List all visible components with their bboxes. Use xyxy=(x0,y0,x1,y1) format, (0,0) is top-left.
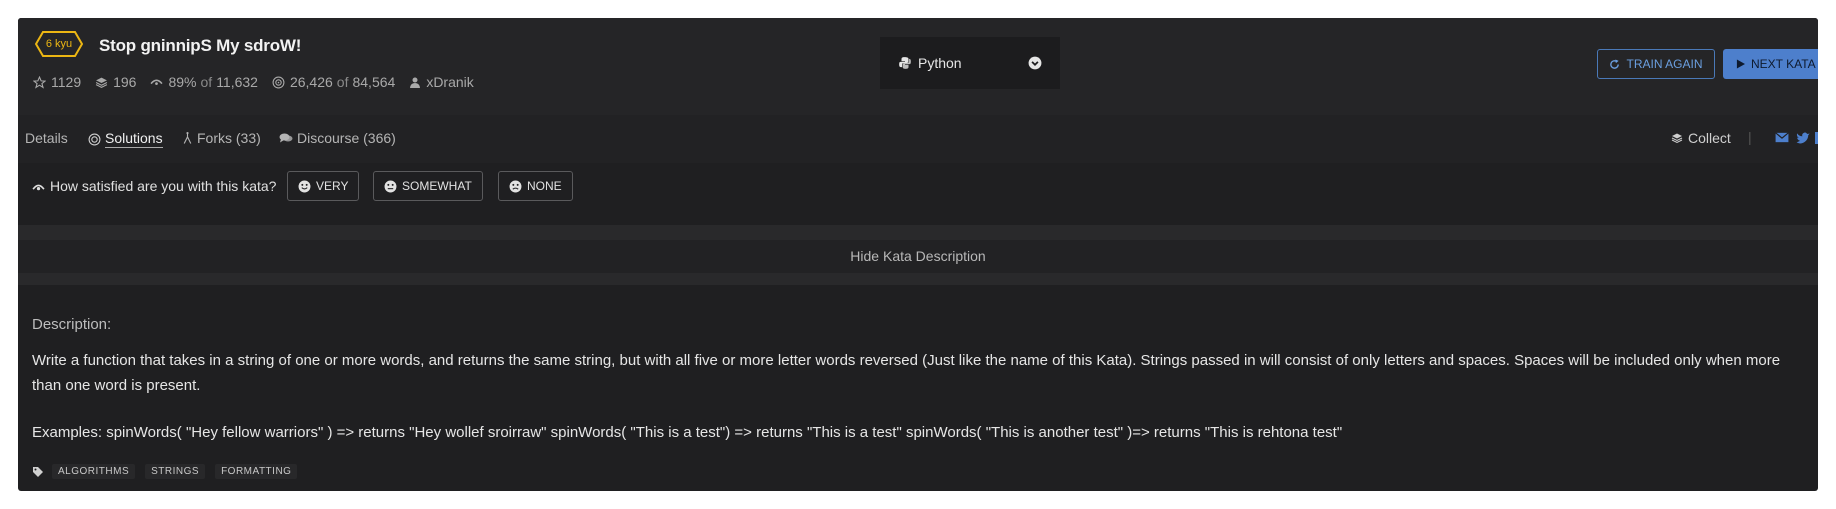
satisfaction-vote: How satisfied are you with this kata? VE… xyxy=(18,163,1818,209)
description-body: Write a function that takes in a string … xyxy=(32,352,1781,394)
collections-count: 196 xyxy=(113,74,137,90)
tab-discourse[interactable]: Discourse (366) xyxy=(279,130,396,146)
kata-tags: ALGORITHMS STRINGS FORMATTING xyxy=(32,464,307,479)
kata-stats: 1129 196 89% of 11,632 26,426 of 84,564 … xyxy=(33,74,488,90)
completed-count: 26,426 xyxy=(289,74,333,90)
vote-very-button[interactable]: VERY xyxy=(287,171,360,201)
satisfaction-percent: 89% xyxy=(168,74,197,90)
of-label: of xyxy=(200,74,213,90)
kata-header: 6 kyu Stop gninnipS My sdroW! 1129 196 8… xyxy=(18,18,1818,115)
hide-description-toggle[interactable]: Hide Kata Description xyxy=(18,240,1818,273)
comments-icon xyxy=(279,133,293,143)
author-stat[interactable]: xDranik xyxy=(409,74,474,90)
frown-icon xyxy=(509,180,522,192)
stars-count: 1129 xyxy=(51,74,82,90)
smile-icon xyxy=(298,180,311,192)
tab-details[interactable]: Details xyxy=(25,130,68,146)
tag-icon xyxy=(33,466,43,477)
tab-forks[interactable]: Forks (33) xyxy=(182,130,261,146)
tab-solutions[interactable]: Solutions xyxy=(88,130,163,148)
question-text: How satisfied are you with this kata? xyxy=(50,178,277,194)
language-dropdown[interactable]: Python xyxy=(880,37,1060,89)
layers-icon xyxy=(95,77,108,88)
envelope-icon[interactable] xyxy=(1775,132,1789,143)
satisfaction-votes: 11,632 xyxy=(216,74,258,90)
satisfaction-stat: 89% of 11,632 xyxy=(150,74,258,90)
tag-strings[interactable]: STRINGS xyxy=(145,464,206,479)
next-kata-label: NEXT KATA xyxy=(1751,57,1816,71)
tag-formatting[interactable]: FORMATTING xyxy=(215,464,298,479)
description-heading: Description: xyxy=(32,316,112,333)
rank-badge: 6 kyu xyxy=(35,31,83,57)
tab-label: Details xyxy=(25,130,68,146)
language-selected: Python xyxy=(918,55,962,71)
chevron-down-icon xyxy=(1028,56,1042,70)
stars-stat[interactable]: 1129 xyxy=(33,74,81,90)
target-icon xyxy=(272,76,285,88)
divider: | xyxy=(1748,129,1752,145)
play-icon xyxy=(1736,59,1745,69)
user-icon xyxy=(410,77,421,88)
train-again-label: TRAIN AGAIN xyxy=(1626,57,1703,71)
vote-somewhat-button[interactable]: SOMEWHAT xyxy=(373,171,483,201)
rocket-icon xyxy=(150,79,164,85)
kata-tabs: Details Solutions Forks (33) Discourse (… xyxy=(18,115,1818,163)
attempted-count: 84,564 xyxy=(352,74,396,90)
kata-title[interactable]: Stop gninnipS My sdroW! xyxy=(99,36,301,56)
meh-icon xyxy=(384,180,397,192)
fork-icon xyxy=(183,131,192,144)
vote-label: VERY xyxy=(316,179,349,193)
layers-icon xyxy=(1671,133,1683,144)
refresh-icon xyxy=(1610,58,1620,69)
star-outline-icon xyxy=(33,75,46,89)
next-kata-button[interactable]: NEXT KATA xyxy=(1723,49,1818,79)
divider-strip xyxy=(18,225,1818,240)
twitter-icon[interactable] xyxy=(1796,132,1810,144)
tab-label: Solutions xyxy=(105,130,163,148)
completed-stat: 26,426 of 84,564 xyxy=(272,74,395,90)
train-again-button[interactable]: TRAIN AGAIN xyxy=(1597,49,1715,79)
share-icon-partial[interactable] xyxy=(1815,132,1818,144)
tab-label: Forks (33) xyxy=(197,130,261,146)
rank-label: 6 kyu xyxy=(45,38,73,50)
collections-stat: 196 xyxy=(95,74,136,90)
collect-label: Collect xyxy=(1688,130,1731,146)
satisfaction-question: How satisfied are you with this kata? xyxy=(32,178,276,194)
description-examples: Examples: spinWords( "Hey fellow warrior… xyxy=(32,424,1343,441)
python-icon xyxy=(899,57,911,69)
kata-panel: 6 kyu Stop gninnipS My sdroW! 1129 196 8… xyxy=(18,18,1818,491)
bullseye-icon xyxy=(88,133,101,145)
vote-label: NONE xyxy=(527,179,562,193)
of-label: of xyxy=(336,74,349,90)
author-name: xDranik xyxy=(426,74,474,90)
rocket-icon xyxy=(32,184,45,190)
tag-algorithms[interactable]: ALGORITHMS xyxy=(52,464,136,479)
vote-label: SOMEWHAT xyxy=(402,179,472,193)
tab-label: Discourse (366) xyxy=(297,130,396,146)
divider-strip xyxy=(18,273,1818,285)
vote-none-button[interactable]: NONE xyxy=(498,171,573,201)
collect-button[interactable]: Collect xyxy=(1671,130,1731,146)
